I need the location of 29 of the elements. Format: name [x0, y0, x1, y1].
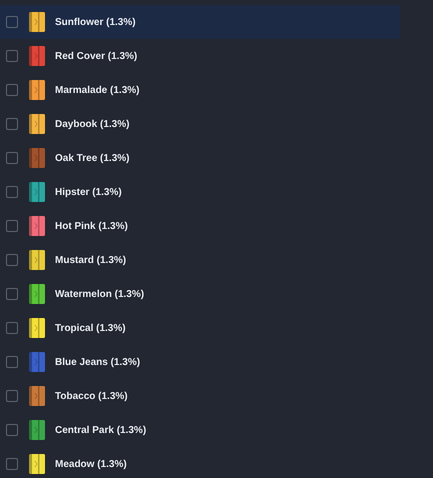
- checkbox[interactable]: [6, 84, 18, 96]
- checkbox[interactable]: [6, 254, 18, 266]
- checkbox[interactable]: [6, 458, 18, 470]
- checkbox[interactable]: [6, 16, 18, 28]
- checkbox[interactable]: [6, 288, 18, 300]
- checkbox[interactable]: [6, 356, 18, 368]
- checkbox[interactable]: [6, 390, 18, 402]
- item-label: Central Park (1.3%): [55, 424, 146, 438]
- item-label: Mustard (1.3%): [55, 254, 126, 268]
- checkbox[interactable]: [6, 322, 18, 334]
- item-label: Hot Pink (1.3%): [55, 220, 128, 234]
- list-item[interactable]: Sunflower (1.3%): [0, 5, 400, 39]
- item-label: Sunflower (1.3%): [55, 16, 136, 30]
- checkbox[interactable]: [6, 186, 18, 198]
- item-label: Oak Tree (1.3%): [55, 152, 130, 166]
- checkbox[interactable]: [6, 152, 18, 164]
- item-label: Marmalade (1.3%): [55, 84, 140, 98]
- item-label: Tobacco (1.3%): [55, 390, 128, 404]
- item-label: Red Cover (1.3%): [55, 50, 138, 64]
- item-label: Tropical (1.3%): [55, 322, 126, 336]
- checkbox[interactable]: [6, 220, 18, 232]
- checkbox[interactable]: [6, 118, 18, 130]
- item-label: Meadow (1.3%): [55, 458, 127, 472]
- checkbox[interactable]: [6, 424, 18, 436]
- item-label: Watermelon (1.3%): [55, 288, 144, 302]
- item-label: Blue Jeans (1.3%): [55, 356, 140, 370]
- item-label: Daybook (1.3%): [55, 118, 130, 132]
- item-label: Hipster (1.3%): [55, 186, 122, 200]
- checkbox[interactable]: [6, 50, 18, 62]
